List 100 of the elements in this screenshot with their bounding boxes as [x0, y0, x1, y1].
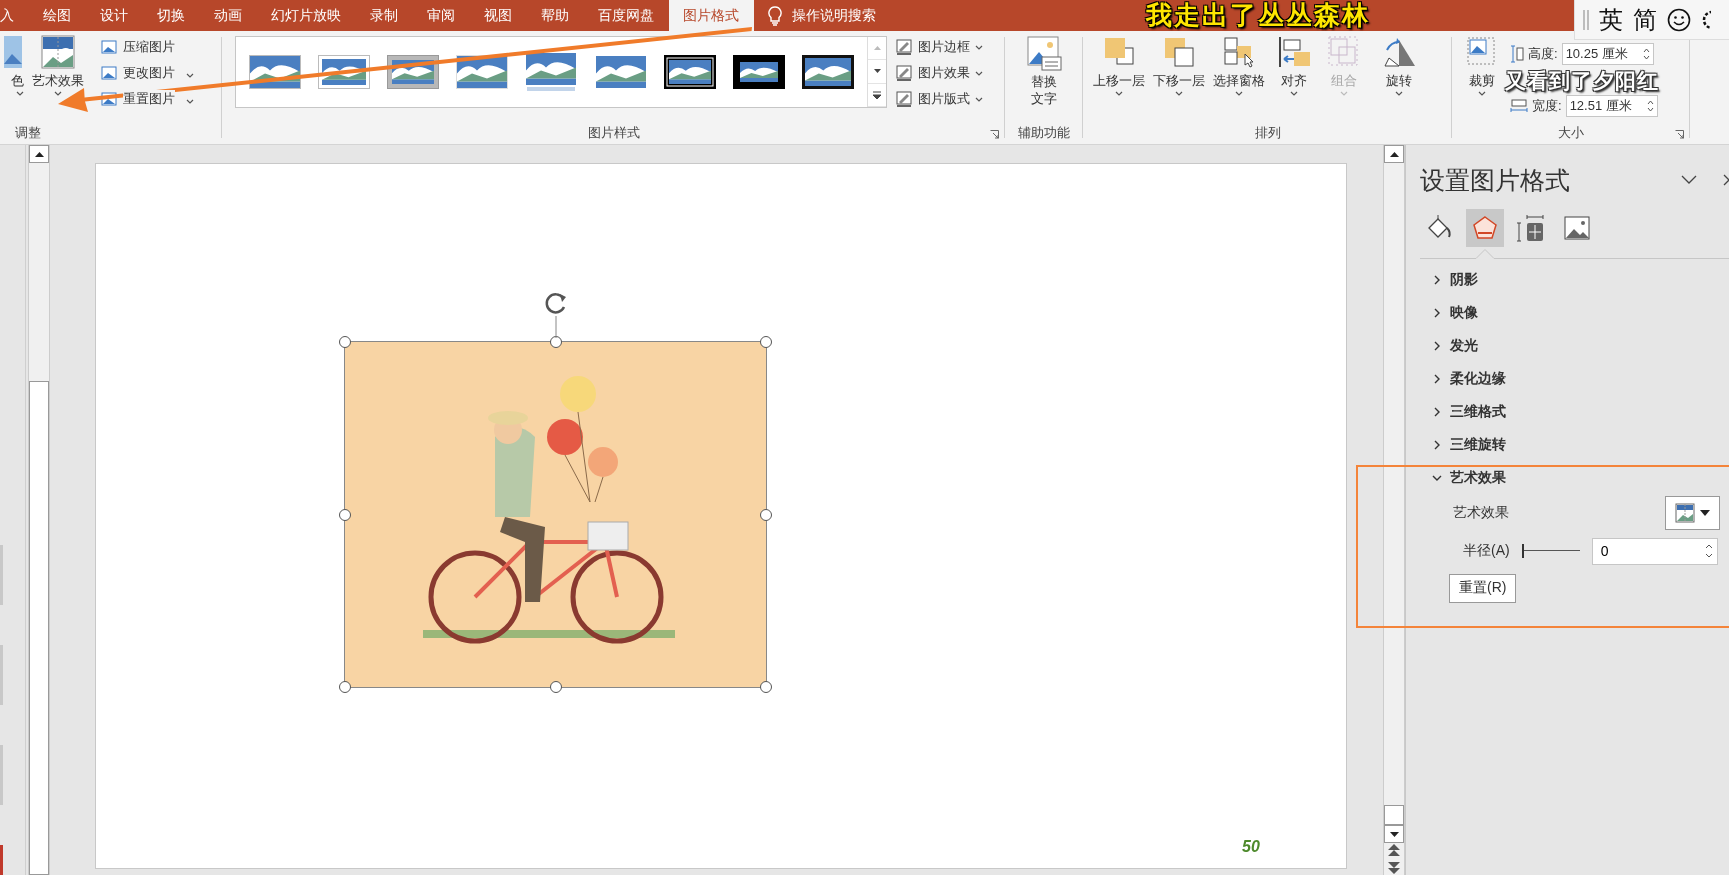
- ribbon-tab[interactable]: 动画: [199, 0, 257, 31]
- ribbon-small-button[interactable]: 图片效果: [895, 62, 983, 84]
- radius-slider[interactable]: [1521, 544, 1580, 558]
- arrange-button[interactable]: 下移一层: [1149, 34, 1209, 96]
- selection-handle[interactable]: [760, 681, 772, 693]
- chevron-down-icon: [186, 98, 194, 104]
- gear-icon[interactable]: [1701, 8, 1711, 31]
- scroll-thumb[interactable]: [29, 381, 49, 875]
- ime-key[interactable]: 简: [1633, 3, 1657, 36]
- chevron-down-icon[interactable]: [1681, 175, 1697, 185]
- ribbon-small-button[interactable]: 图片版式: [895, 88, 983, 110]
- spinner-icon[interactable]: [1646, 99, 1654, 113]
- lightbulb-icon[interactable]: [767, 5, 782, 26]
- height-field[interactable]: 10.25 厘米: [1561, 43, 1654, 65]
- crop-button[interactable]: 裁剪: [1460, 34, 1504, 96]
- dialog-launcher-icon[interactable]: [990, 130, 999, 139]
- section-header[interactable]: 三维旋转: [1420, 428, 1729, 461]
- section-header[interactable]: 艺术效果: [1420, 461, 1729, 494]
- width-label: 宽度:: [1532, 97, 1562, 115]
- arrange-button[interactable]: 上移一层: [1089, 34, 1149, 96]
- ribbon-tab[interactable]: 入: [0, 0, 29, 31]
- scroll-down-button[interactable]: [1384, 825, 1404, 843]
- artistic-effects-icon: [40, 34, 76, 70]
- down-arrow-icon: [873, 69, 881, 74]
- scroll-up-button[interactable]: [1384, 145, 1404, 163]
- picture-style-thumbnail[interactable]: [594, 55, 647, 89]
- selection-handle[interactable]: [339, 336, 351, 348]
- group-label: 图片样式: [587, 124, 640, 142]
- height-label: 高度:: [1528, 45, 1558, 63]
- ribbon-tab[interactable]: 设计: [85, 0, 143, 31]
- ribbon-tab[interactable]: 百度网盘: [583, 0, 669, 31]
- ribbon-tab[interactable]: 帮助: [526, 0, 584, 31]
- pane-title: 设置图片格式: [1420, 164, 1571, 196]
- chevron-down-icon: [975, 44, 983, 50]
- selection-handle[interactable]: [760, 336, 772, 348]
- chevron-down-icon: [16, 91, 24, 96]
- alt-text-button[interactable]: 替换文字: [1014, 35, 1074, 107]
- ribbon-tab[interactable]: 绘图: [28, 0, 86, 31]
- width-field[interactable]: 12.51 厘米: [1565, 95, 1658, 117]
- page-number: 50: [1242, 838, 1260, 856]
- color-icon: [4, 34, 24, 70]
- chevron-down-icon: [975, 70, 983, 76]
- chevron-down-icon: [1235, 91, 1243, 96]
- radius-field[interactable]: 0: [1591, 537, 1718, 565]
- arrange-button[interactable]: 旋转: [1369, 34, 1429, 96]
- slider-thumb[interactable]: [1521, 544, 1524, 558]
- compress-picture-icon: [100, 38, 118, 56]
- ribbon-small-button[interactable]: 压缩图片: [100, 36, 194, 58]
- section-header[interactable]: 柔化边缘: [1420, 362, 1729, 395]
- artistic-effect-dropdown[interactable]: [1665, 496, 1720, 530]
- picture-style-thumbnail[interactable]: [525, 52, 578, 92]
- arrange-button[interactable]: 选择窗格: [1209, 34, 1269, 96]
- section-header[interactable]: 映像: [1420, 296, 1729, 329]
- ribbon-tab[interactable]: 切换: [142, 0, 200, 31]
- ribbon-small-button[interactable]: 更改图片: [100, 62, 194, 84]
- grip-icon[interactable]: [1583, 9, 1589, 30]
- dialog-launcher-icon[interactable]: [1675, 130, 1684, 139]
- scroll-thumb[interactable]: [1384, 805, 1404, 825]
- chevron-down-icon: [975, 96, 983, 102]
- ribbon-tab[interactable]: 幻灯片放映: [256, 0, 356, 31]
- chevron-down-icon: [1478, 91, 1486, 96]
- spinner-icon[interactable]: [1642, 47, 1650, 61]
- height-icon: [1510, 45, 1524, 63]
- ime-key[interactable]: 英: [1599, 3, 1623, 36]
- arrange-button[interactable]: 对齐: [1269, 34, 1319, 96]
- artistic-effects-button[interactable]: 艺术效果: [24, 34, 92, 96]
- ribbon-small-button[interactable]: 图片边框: [895, 36, 983, 58]
- reset-button[interactable]: 重置(R): [1449, 573, 1517, 603]
- up-arrow-icon: [873, 46, 881, 51]
- scroll-up-button[interactable]: [29, 145, 49, 163]
- width-icon: [1510, 99, 1528, 113]
- up-arrow-icon: [1389, 151, 1399, 157]
- picture-style-thumbnail[interactable]: [663, 55, 716, 89]
- picture-styles-gallery[interactable]: [235, 36, 887, 108]
- ribbon-tab[interactable]: 图片格式: [668, 0, 754, 31]
- picture-border-icon: [895, 38, 913, 56]
- chevron-down-icon: [1290, 91, 1298, 96]
- spinner-icon[interactable]: [1704, 543, 1713, 559]
- smiley-icon[interactable]: [1667, 7, 1691, 32]
- artistic-effect-label: 艺术效果: [1453, 504, 1509, 522]
- section-header[interactable]: 三维格式: [1420, 395, 1729, 428]
- ribbon-tab[interactable]: 录制: [355, 0, 413, 31]
- tell-me-search[interactable]: 操作说明搜索: [791, 6, 876, 25]
- picture-effects-icon: [895, 64, 913, 82]
- ribbon-tab[interactable]: 审阅: [412, 0, 470, 31]
- selection-handle[interactable]: [339, 681, 351, 693]
- color-button[interactable]: 色: [0, 34, 24, 96]
- alt-text-icon: [1026, 35, 1062, 71]
- close-icon[interactable]: [1723, 174, 1729, 186]
- radius-label: 半径(A): [1463, 542, 1510, 560]
- picture-icon: [1564, 215, 1590, 241]
- slide-thumbnail[interactable]: [0, 845, 3, 875]
- chevron-down-icon: [1175, 91, 1183, 96]
- ribbon-tab[interactable]: 视图: [469, 0, 527, 31]
- picture-style-thumbnail[interactable]: [733, 55, 786, 89]
- picture-style-thumbnail[interactable]: [802, 55, 855, 89]
- chevron-down-icon: [1115, 91, 1123, 96]
- section-header[interactable]: 阴影: [1420, 263, 1729, 296]
- section-header[interactable]: 发光: [1420, 329, 1729, 362]
- artistic-effects-icon: [1675, 503, 1695, 523]
